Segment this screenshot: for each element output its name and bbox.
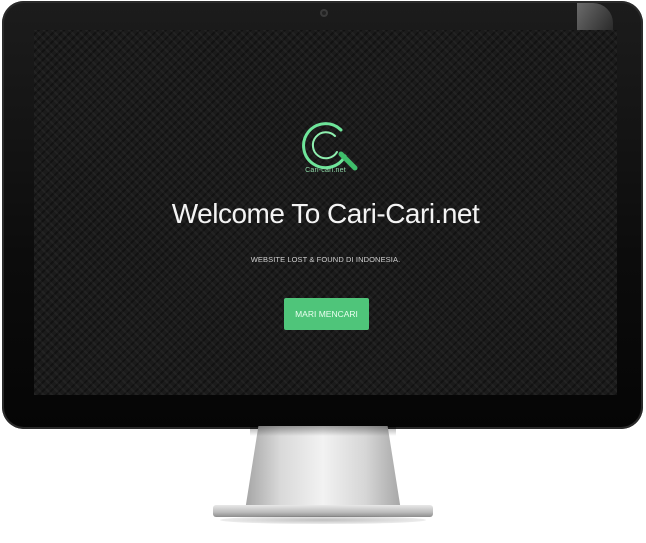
mari-mencari-button[interactable]: MARI MENCARI: [284, 298, 369, 330]
tagline: WEBSITE LOST & FOUND DI INDONESIA.: [250, 255, 401, 264]
webcam-icon: [320, 9, 328, 17]
monitor-mockup: Cari-cari.net Welcome To Cari-Cari.net W…: [0, 0, 646, 543]
stand-shadow-top: [250, 426, 396, 436]
page-title: Welcome To Cari-Cari.net: [171, 198, 480, 229]
monitor-bezel: Cari-cari.net Welcome To Cari-Cari.net W…: [2, 1, 643, 429]
logo-caption: Cari-cari.net: [305, 167, 346, 174]
base-shadow: [220, 516, 426, 524]
screen: Cari-cari.net Welcome To Cari-Cari.net W…: [34, 30, 617, 395]
monitor-stand: [244, 426, 402, 512]
